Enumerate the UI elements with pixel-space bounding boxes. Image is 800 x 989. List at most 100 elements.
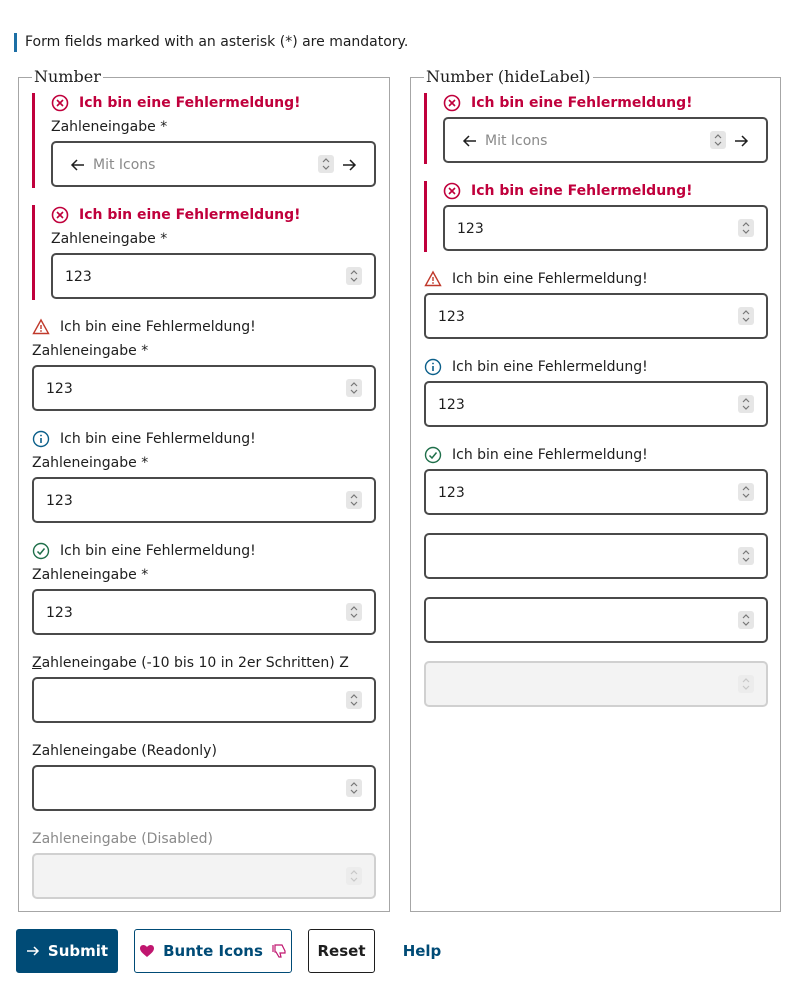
check-circle-icon [32, 542, 50, 560]
field-label: Zahleneingabe * [32, 567, 149, 583]
spinner-buttons[interactable] [318, 155, 334, 173]
spinner-icon[interactable] [738, 483, 754, 501]
spinner-icon[interactable] [738, 547, 754, 565]
input-value: 123 [438, 485, 465, 501]
spinner-icon[interactable] [346, 603, 362, 621]
number-input-range[interactable] [424, 533, 768, 579]
spinner-buttons[interactable] [738, 219, 754, 237]
error-bar [32, 205, 35, 300]
spinner-buttons[interactable] [738, 483, 754, 501]
number-input-readonly[interactable] [32, 765, 376, 811]
input-placeholder: Mit Icons [485, 133, 548, 149]
field-label-disabled: Zahleneingabe (Disabled) [32, 831, 213, 847]
info-circle-icon [424, 358, 442, 376]
spinner-icon[interactable] [738, 219, 754, 237]
spinner-buttons[interactable] [738, 547, 754, 565]
number-input-disabled [32, 853, 376, 899]
warning-message: Ich bin eine Fehlermeldung! [32, 318, 256, 336]
arrow-right-icon[interactable] [733, 132, 749, 150]
error-circle-icon [51, 206, 69, 224]
reset-button[interactable]: Reset [308, 929, 375, 973]
number-input[interactable]: 123 [32, 589, 376, 635]
spinner-icon[interactable] [346, 779, 362, 797]
error-circle-icon [51, 94, 69, 112]
number-input-icons[interactable]: Mit Icons [51, 141, 376, 187]
info-circle-icon [32, 430, 50, 448]
number-input[interactable]: 123 [51, 253, 376, 299]
info-message: Ich bin eine Fehlermeldung! [32, 430, 256, 448]
spinner-icon[interactable] [346, 267, 362, 285]
input-value: 123 [438, 397, 465, 413]
spinner-buttons[interactable] [710, 131, 726, 149]
warning-triangle-icon [32, 318, 50, 335]
spinner-buttons[interactable] [346, 779, 362, 797]
error-circle-icon [443, 182, 461, 200]
spinner-icon[interactable] [318, 155, 334, 173]
spinner-icon[interactable] [346, 491, 362, 509]
spinner-icon[interactable] [738, 611, 754, 629]
number-input[interactable]: 123 [424, 469, 768, 515]
number-input-disabled [424, 661, 768, 707]
number-input[interactable]: 123 [424, 293, 768, 339]
error-bar [32, 93, 35, 188]
spinner-buttons[interactable] [738, 395, 754, 413]
arrow-right-icon[interactable] [341, 156, 357, 174]
warning-message: Ich bin eine Fehlermeldung! [424, 270, 648, 288]
heart-icon [140, 945, 155, 957]
spinner-buttons[interactable] [738, 611, 754, 629]
info-message: Ich bin eine Fehlermeldung! [424, 358, 648, 376]
spinner-buttons[interactable] [738, 307, 754, 325]
spinner-icon [742, 678, 750, 690]
spinner-buttons[interactable] [346, 603, 362, 621]
spinner-buttons [738, 675, 754, 693]
input-value: 123 [65, 269, 92, 285]
number-input-range[interactable] [32, 677, 376, 723]
success-message: Ich bin eine Fehlermeldung! [424, 446, 648, 464]
thumbs-down-icon [272, 944, 286, 958]
input-value: 123 [46, 605, 73, 621]
error-message: Ich bin eine Fehlermeldung! [443, 182, 693, 200]
error-message: Ich bin eine Fehlermeldung! [51, 206, 301, 224]
check-circle-icon [424, 446, 442, 464]
spinner-icon [350, 870, 358, 882]
spinner-buttons[interactable] [346, 267, 362, 285]
help-link[interactable]: Help [391, 929, 453, 973]
error-message: Ich bin eine Fehlermeldung! [443, 94, 693, 112]
spinner-buttons[interactable] [346, 491, 362, 509]
spinner-icon[interactable] [738, 395, 754, 413]
spinner-buttons[interactable] [346, 379, 362, 397]
spinner-buttons[interactable] [346, 691, 362, 709]
number-input[interactable]: 123 [32, 477, 376, 523]
fieldset-legend: Number (hideLabel) [426, 67, 591, 86]
field-label: Zahleneingabe * [32, 343, 149, 359]
input-value: 123 [438, 309, 465, 325]
spinner-icon[interactable] [346, 691, 362, 709]
spinner-icon[interactable] [710, 131, 726, 149]
error-circle-icon [443, 94, 461, 112]
field-label: Zahleneingabe * [51, 119, 168, 135]
number-input[interactable]: 123 [424, 381, 768, 427]
number-input-icons[interactable]: Mit Icons [443, 117, 768, 163]
input-placeholder: Mit Icons [93, 157, 156, 173]
number-input[interactable]: 123 [32, 365, 376, 411]
submit-button[interactable]: Submit [16, 929, 118, 973]
mandatory-notice: Form fields marked with an asterisk (*) … [14, 33, 408, 52]
error-bar [424, 93, 427, 164]
field-label: Zahleneingabe * [32, 455, 149, 471]
input-value: 123 [457, 221, 484, 237]
arrow-left-icon[interactable] [462, 132, 478, 150]
error-bar [424, 181, 427, 252]
arrow-left-icon[interactable] [70, 156, 86, 174]
access-key: Z [32, 655, 42, 671]
spinner-icon[interactable] [346, 379, 362, 397]
field-label-readonly: Zahleneingabe (Readonly) [32, 743, 217, 759]
input-value: 123 [46, 493, 73, 509]
spinner-icon[interactable] [738, 307, 754, 325]
success-message: Ich bin eine Fehlermeldung! [32, 542, 256, 560]
bunte-icons-button[interactable]: Bunte Icons [134, 929, 292, 973]
error-message: Ich bin eine Fehlermeldung! [51, 94, 301, 112]
field-label-range: Zahleneingabe (-10 bis 10 in 2er Schritt… [32, 655, 349, 671]
arrow-right-icon [26, 946, 39, 956]
number-input[interactable]: 123 [443, 205, 768, 251]
number-input-readonly[interactable] [424, 597, 768, 643]
